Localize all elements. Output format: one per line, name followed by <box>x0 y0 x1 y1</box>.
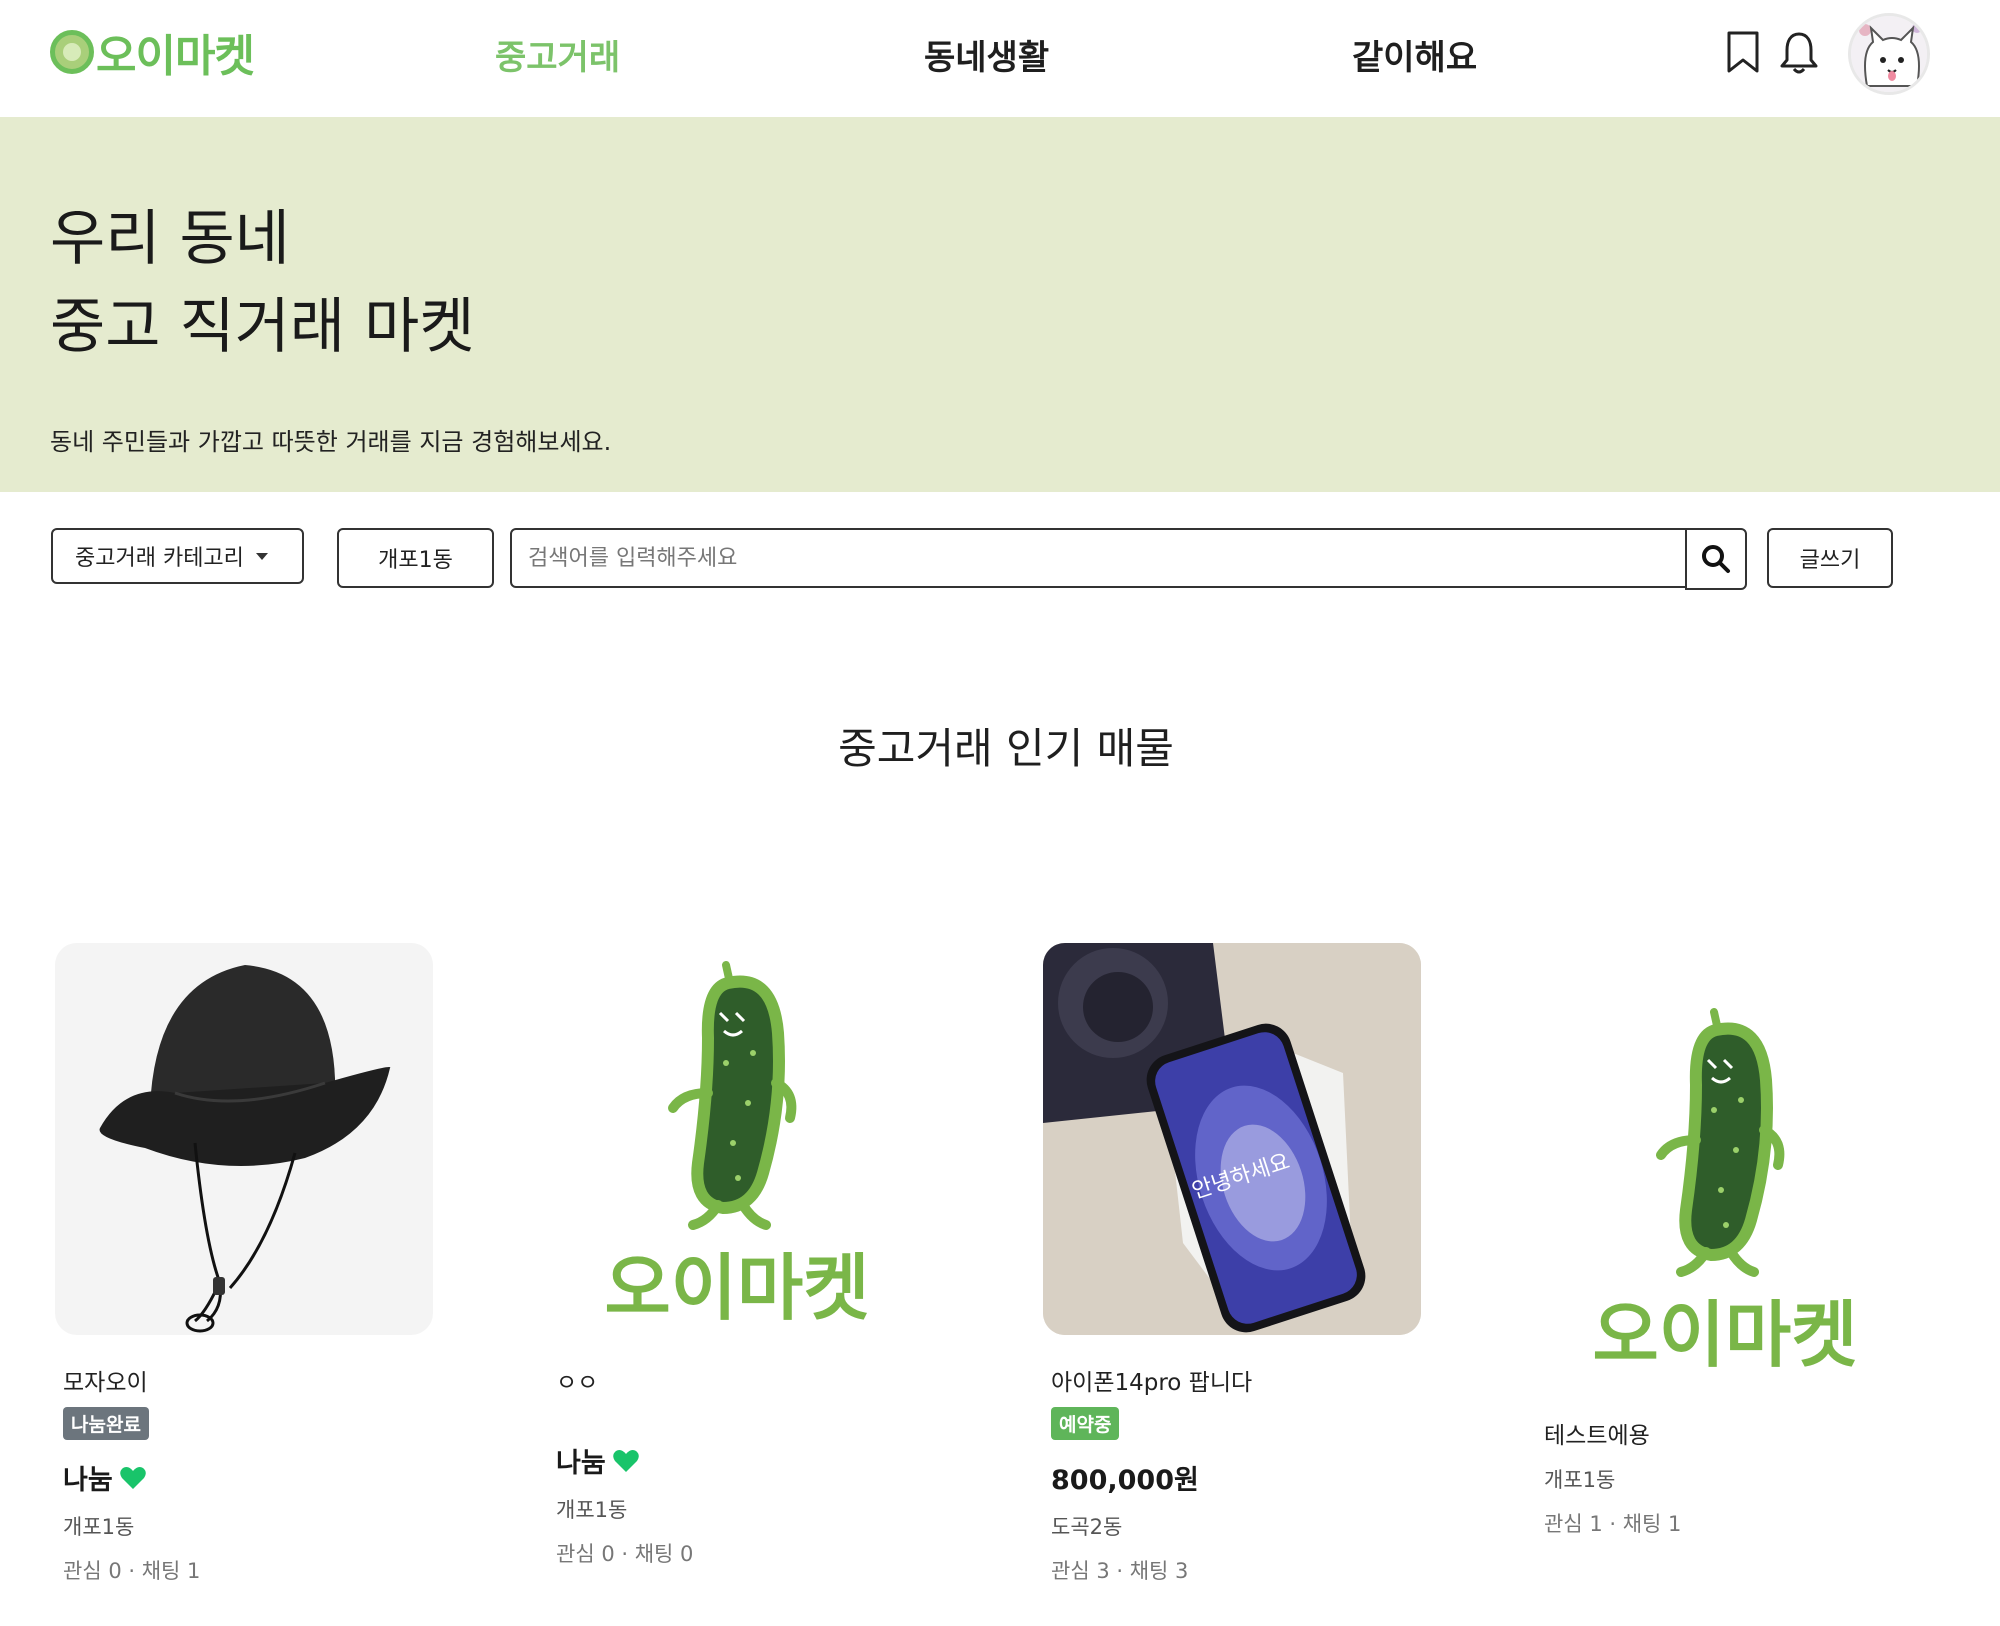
heart-icon <box>119 1466 146 1489</box>
search-icon <box>1702 545 1730 573</box>
product-card[interactable]: 오이마켓 테스트에용 개포1동 관심 1 · 채팅 1 <box>1536 990 1914 1538</box>
logo-text: 오이마켓 <box>96 31 255 82</box>
product-title: 아이폰14pro 팝니다 <box>1051 1370 1253 1396</box>
caret-down-icon <box>255 552 268 560</box>
bell-icon[interactable] <box>1779 30 1819 76</box>
product-location: 개포1동 <box>1544 1468 1616 1492</box>
cucumber-logo-icon <box>50 30 94 74</box>
price-text: 나눔 <box>63 1465 113 1496</box>
status-badge: 예약중 <box>1051 1407 1120 1440</box>
bookmark-icon[interactable] <box>1725 30 1765 76</box>
product-title: 모자오이 <box>63 1370 148 1396</box>
product-image-hat <box>55 943 433 1335</box>
status-badge: 나눔완료 <box>63 1407 149 1440</box>
product-price: 나눔 <box>55 1458 433 1497</box>
product-title: ㅇㅇ <box>556 1370 599 1396</box>
search-input[interactable] <box>528 545 1686 571</box>
product-location: 개포1동 <box>556 1498 628 1522</box>
nav-together[interactable]: 같이해요 <box>1352 30 1477 79</box>
logo-wordmark: 오이마켓 <box>1593 1293 1858 1377</box>
heart-icon <box>612 1449 639 1472</box>
nav-used-trade[interactable]: 중고거래 <box>495 30 620 79</box>
hero-title: 우리 동네 중고 직거래 마켓 <box>50 195 475 371</box>
product-card[interactable]: 안녕하세요 아이폰14pro 팝니다 예약중 800,000원 도곡2동 관심 … <box>1043 943 1421 1585</box>
product-stats: 관심 0 · 채팅 1 <box>63 1559 201 1583</box>
site-logo[interactable]: 오이마켓 <box>50 20 255 84</box>
product-image-logo: 오이마켓 <box>548 943 926 1335</box>
product-location: 도곡2동 <box>1051 1515 1123 1539</box>
hero-subtitle: 동네 주민들과 가깝고 따뜻한 거래를 지금 경험해보세요. <box>50 428 612 456</box>
product-location: 개포1동 <box>63 1515 135 1539</box>
product-image-iphone: 안녕하세요 <box>1043 943 1421 1335</box>
product-stats: 관심 1 · 채팅 1 <box>1544 1512 1682 1536</box>
category-dropdown[interactable]: 중고거래 카테고리 <box>51 528 304 584</box>
product-price: 나눔 <box>548 1441 926 1480</box>
product-stats: 관심 3 · 채팅 3 <box>1051 1559 1189 1583</box>
region-button[interactable]: 개포1동 <box>337 528 494 588</box>
top-header: 오이마켓 중고거래 동네생활 같이해요 <box>0 0 2000 117</box>
section-title: 중고거래 인기 매물 <box>838 724 1174 773</box>
price-text: 나눔 <box>556 1448 606 1479</box>
product-price: 800,000원 <box>1051 1465 1199 1496</box>
nav-neighborhood-life[interactable]: 동네생활 <box>924 30 1049 79</box>
search-button[interactable] <box>1685 528 1747 590</box>
category-dropdown-label: 중고거래 카테고리 <box>75 546 244 571</box>
logo-wordmark: 오이마켓 <box>605 1246 870 1330</box>
product-title: 테스트에용 <box>1544 1423 1650 1449</box>
product-stats: 관심 0 · 채팅 0 <box>556 1542 694 1566</box>
hero-title-line-2: 중고 직거래 마켓 <box>50 292 475 362</box>
hero-title-line-1: 우리 동네 <box>50 204 290 274</box>
write-post-button[interactable]: 글쓰기 <box>1767 528 1893 588</box>
user-avatar[interactable] <box>1848 13 1930 95</box>
product-image-logo: 오이마켓 <box>1536 990 1914 1388</box>
hero-banner: 우리 동네 중고 직거래 마켓 동네 주민들과 가깝고 따뜻한 거래를 지금 경… <box>0 117 2000 492</box>
product-card[interactable]: 모자오이 나눔완료 나눔 개포1동 관심 0 · 채팅 1 <box>55 943 433 1585</box>
product-card[interactable]: 오이마켓 ㅇㅇ 나눔 개포1동 관심 0 · 채팅 0 <box>548 943 926 1568</box>
search-field[interactable] <box>510 528 1688 588</box>
